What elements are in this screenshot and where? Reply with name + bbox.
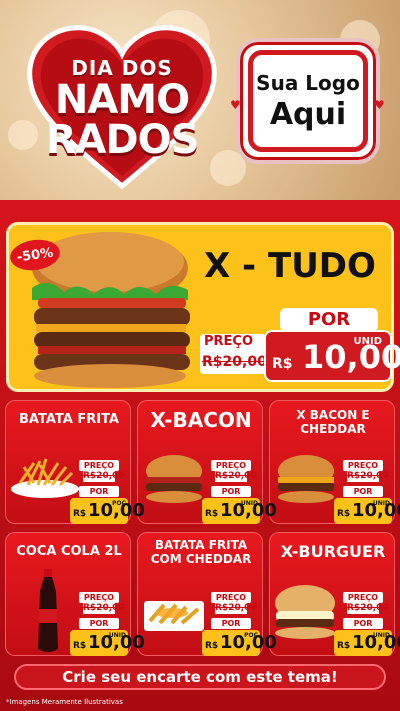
title-line-1: DIA DOS [71, 56, 173, 80]
logo-text-line-1: Sua Logo [256, 70, 360, 95]
disclaimer: *Imagens Meramente Ilustrativas [6, 698, 123, 706]
featured-price-box: R$ 10,00 UNID [264, 330, 400, 382]
currency: R$ [337, 641, 351, 651]
price-tag: R$10,00UNID [70, 630, 145, 656]
preco-label: PREÇO [79, 592, 119, 603]
price-tag: R$10,00UNID [202, 498, 277, 524]
old-price: R$20,00 [215, 603, 257, 614]
por-label: POR [343, 618, 383, 629]
burger-illustration [146, 455, 202, 503]
page-title: DIA DOS NAMO RADOS [22, 58, 222, 160]
title-line-2: NAMO [54, 77, 190, 123]
logo-frame: Sua Logo Aqui [248, 50, 368, 152]
heart-icon: ♥ [374, 98, 385, 112]
cta-banner[interactable]: Crie seu encarte com este tema! [14, 664, 386, 690]
currency: R$ [272, 356, 293, 372]
old-price: R$20,00 [83, 603, 125, 614]
product-name: X-BURGUER [280, 542, 386, 561]
old-price: R$20,00 [347, 471, 389, 482]
por-label: POR [79, 486, 119, 497]
product-name: COCA COLA 2L [16, 544, 122, 559]
unit-label: UNID [372, 500, 390, 507]
unit-label: POÇ [244, 632, 258, 639]
preco-label: PREÇO [211, 460, 251, 471]
product-name: BATATA FRITA COM CHEDDAR [150, 538, 252, 566]
old-price: R$20,00 [83, 471, 125, 482]
product-name: BATATA FRITA [19, 412, 119, 427]
old-price: R$20,00 [215, 471, 257, 482]
unit-label: UNID [240, 500, 258, 507]
bottle-illustration [38, 569, 58, 652]
price-tag: R$ 10,00 POÇ [202, 630, 277, 656]
price-value: 10,00 [302, 338, 400, 376]
flyer: DIA DOS NAMO RADOS Sua Logo Aqui ♥ ♥ -50… [0, 0, 400, 711]
currency: R$ [205, 509, 219, 519]
por-label: POR [280, 308, 378, 332]
preco-label: PREÇO [79, 460, 119, 471]
featured-old-price-box: PREÇO R$20,00 [200, 334, 267, 374]
por-label: POR [211, 486, 251, 497]
cheddar-fries-illustration [144, 601, 204, 631]
unit-label: UNID [353, 336, 382, 347]
currency: R$ [73, 641, 87, 651]
por-label: POR [343, 486, 383, 497]
por-label: POR [211, 618, 251, 629]
title-line-3: RADOS [45, 117, 200, 163]
price-tag: R$ 10,00 POÇ [70, 498, 145, 524]
price-tag: R$10,00UNID [334, 498, 400, 524]
product-name: X-BACON [150, 408, 252, 432]
currency: R$ [205, 641, 219, 651]
preco-label: PREÇO [211, 592, 251, 603]
burger-illustration [275, 585, 335, 639]
fries-illustration [11, 458, 79, 498]
logo-placeholder: Sua Logo Aqui [236, 38, 380, 164]
preco-label: PREÇO [343, 592, 383, 603]
old-price: R$20,00 [202, 354, 267, 370]
heart-icon: ♥ [230, 98, 241, 112]
unit-label: UNID [108, 632, 126, 639]
old-price: R$20,00 [347, 603, 389, 614]
price-tag: R$10,00UNID [334, 630, 400, 656]
burger-illustration [278, 455, 334, 503]
unit-label: UNID [372, 632, 390, 639]
por-label: POR [79, 618, 119, 629]
featured-product-name: X - TUDO [204, 246, 376, 286]
currency: R$ [73, 509, 87, 519]
logo-text-line-2: Aqui [269, 96, 347, 132]
unit-label: POÇ [112, 500, 126, 507]
preco-label: PREÇO [204, 334, 254, 349]
preco-label: PREÇO [343, 460, 383, 471]
product-name: X BACON E CHEDDAR [296, 408, 370, 436]
currency: R$ [337, 509, 351, 519]
